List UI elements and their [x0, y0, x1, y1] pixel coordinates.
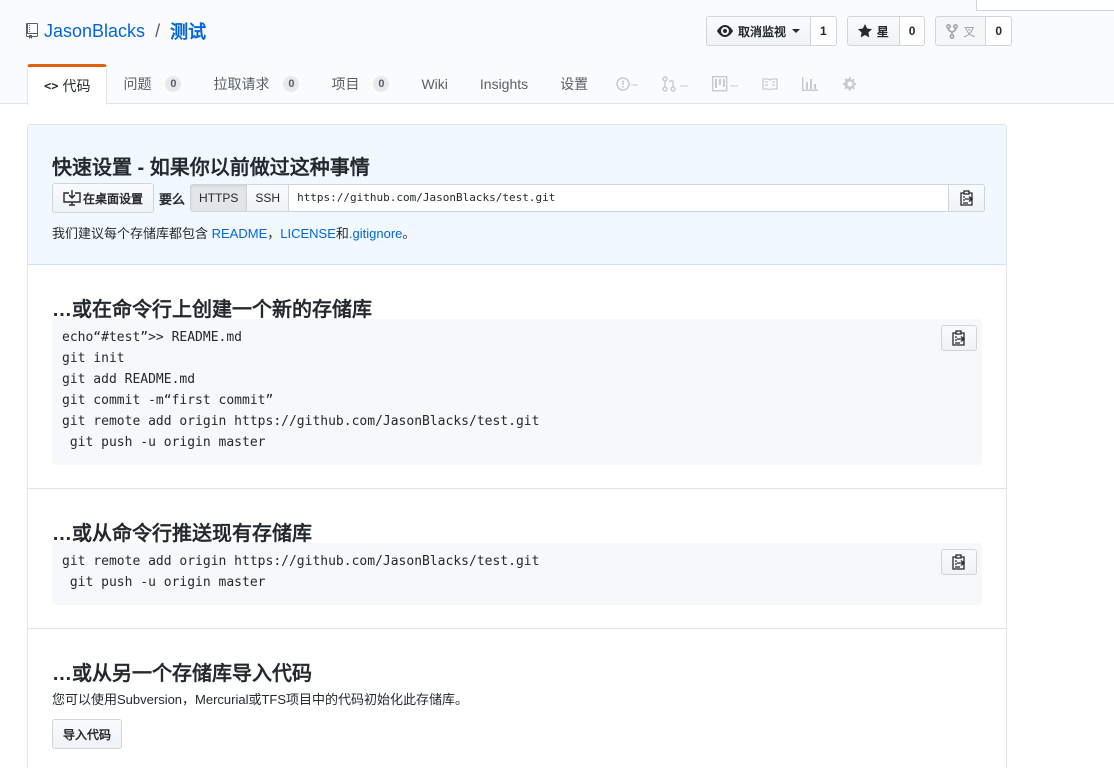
- tab-projects-count: 0: [373, 76, 390, 92]
- quick-setup-title: 快速设置 - 如果你以前做过这种事情: [52, 157, 370, 179]
- protocol-selector: HTTPS SSH: [190, 184, 290, 212]
- watch-button[interactable]: 取消监视: [706, 16, 812, 46]
- import-repo-description: 您可以使用Subversion，Mercurial或TFS项目中的代码初始化此存…: [52, 692, 469, 707]
- tab-issues[interactable]: 问题 0: [107, 64, 197, 104]
- license-link[interactable]: LICENSE: [280, 226, 336, 241]
- setup-desktop-button[interactable]: 在桌面设置: [52, 183, 155, 213]
- repo-title: JasonBlacks / 测试: [26, 18, 206, 44]
- empty-repo-instructions: 快速设置 - 如果你以前做过这种事情 在桌面设置 要么 HTTPS SSH ht…: [27, 124, 1007, 768]
- setup-desktop-label: 在桌面设置: [83, 191, 144, 206]
- recommend-comma: ，: [267, 226, 281, 241]
- fork-count[interactable]: 0: [986, 16, 1013, 46]
- tab-issues-label: 问题: [123, 76, 152, 92]
- push-repo-section: …或从命令行推送现有存储库 git remote add origin http…: [28, 489, 1006, 629]
- push-repo-title: …或从命令行推送现有存储库: [52, 523, 312, 545]
- quick-setup-section: 快速设置 - 如果你以前做过这种事情 在桌面设置 要么 HTTPS SSH ht…: [28, 125, 1006, 265]
- gitignore-link[interactable]: .gitignore: [349, 226, 402, 241]
- ssh-button[interactable]: SSH: [247, 184, 290, 212]
- tab-pull-requests-icon[interactable]: [650, 64, 700, 104]
- tab-settings[interactable]: 设置: [544, 64, 604, 104]
- tab-settings-label: 设置: [560, 76, 589, 92]
- recommend-text: 我们建议每个存储库都包含 README，LICENSE和.gitignore。: [52, 223, 415, 242]
- recommend-prefix: 我们建议每个存储库都包含: [52, 226, 212, 241]
- repo-header: JasonBlacks / 测试 取消监视 1 星 0 叉 0 <> 代码 问题…: [0, 0, 1114, 105]
- fork-action: 叉 0: [935, 16, 1013, 46]
- gear-icon: [843, 77, 857, 91]
- tab-insights-label: Insights: [479, 76, 529, 92]
- tab-issues-count: 0: [165, 76, 182, 92]
- https-button[interactable]: HTTPS: [190, 184, 248, 212]
- tab-projects-icon[interactable]: [700, 64, 750, 104]
- tab-projects-label: 项目: [331, 76, 360, 92]
- repo-tabs: <> 代码 问题 0 拉取请求 0 项目 0 Wiki Insights 设置: [27, 64, 870, 105]
- repo-separator: /: [155, 20, 161, 41]
- watch-action: 取消监视 1: [706, 16, 837, 46]
- tab-code[interactable]: <> 代码: [27, 64, 108, 105]
- tab-graphs-icon[interactable]: [790, 64, 830, 104]
- clipboard-icon: [959, 190, 973, 206]
- clipboard-icon: [952, 554, 966, 570]
- repo-icon: [26, 23, 38, 39]
- fork-icon: [946, 23, 959, 39]
- tab-issues-icon[interactable]: [604, 64, 650, 104]
- star-label: 星: [876, 24, 889, 39]
- tab-wiki[interactable]: Wiki: [405, 64, 463, 104]
- clone-url-row: 在桌面设置 要么 HTTPS SSH https://github.com/Ja…: [52, 183, 986, 213]
- push-repo-code-block: git remote add origin https://github.com…: [52, 543, 982, 605]
- watch-label: 取消监视: [738, 24, 787, 39]
- chevron-down-icon: [792, 29, 801, 33]
- watch-count[interactable]: 1: [811, 16, 837, 46]
- tab-wiki-icon[interactable]: [750, 64, 790, 104]
- star-button[interactable]: 星: [846, 16, 900, 46]
- star-count[interactable]: 0: [899, 16, 926, 46]
- repo-owner-link[interactable]: JasonBlacks: [44, 21, 145, 42]
- new-repo-title: …或在命令行上创建一个新的存储库: [52, 299, 372, 321]
- clipboard-icon: [952, 330, 966, 346]
- tab-projects[interactable]: 项目 0: [315, 64, 405, 104]
- new-repo-commands: echo“#test”>> README.md git init git add…: [62, 330, 540, 450]
- star-action: 星 0: [846, 16, 926, 46]
- popup-edge: [976, 0, 1114, 11]
- fork-button[interactable]: 叉: [935, 16, 987, 46]
- new-repo-section: …或在命令行上创建一个新的存储库 echo“#test”>> README.md…: [28, 265, 1006, 489]
- graph-icon: [802, 77, 819, 91]
- tab-insights[interactable]: Insights: [464, 64, 544, 104]
- eye-icon: [717, 25, 733, 37]
- new-repo-code-block: echo“#test”>> README.md git init git add…: [52, 319, 982, 465]
- desktop-download-icon: [63, 190, 81, 206]
- recommend-and: 和: [335, 226, 349, 241]
- repo-name-link[interactable]: 测试: [170, 18, 206, 44]
- code-icon: <>: [44, 79, 59, 93]
- copy-push-repo-button[interactable]: [941, 549, 977, 575]
- tab-pull-requests-label: 拉取请求: [213, 76, 270, 92]
- wiki-icon: [762, 78, 778, 90]
- import-repo-title: …或从另一个存储库导入代码: [52, 663, 312, 685]
- star-icon: [857, 24, 872, 38]
- recommend-period: 。: [402, 226, 416, 241]
- tab-code-label: 代码: [62, 78, 91, 94]
- project-icon: [712, 76, 739, 92]
- clone-url-input[interactable]: https://github.com/JasonBlacks/test.git: [289, 184, 950, 212]
- or-label: 要么: [159, 191, 186, 207]
- pull-request-icon: [662, 76, 689, 92]
- import-code-button[interactable]: 导入代码: [52, 719, 123, 749]
- tab-settings-icon[interactable]: [830, 64, 870, 104]
- push-repo-commands: git remote add origin https://github.com…: [62, 554, 540, 590]
- fork-label: 叉: [963, 24, 976, 39]
- tab-wiki-label: Wiki: [421, 76, 448, 92]
- tab-pull-requests-count: 0: [283, 76, 300, 92]
- copy-new-repo-button[interactable]: [941, 325, 977, 351]
- tab-pull-requests[interactable]: 拉取请求 0: [197, 64, 315, 104]
- copy-url-button[interactable]: [949, 184, 986, 212]
- readme-link[interactable]: README: [212, 226, 268, 241]
- repo-actions: 取消监视 1 星 0 叉 0: [706, 16, 1022, 46]
- issue-icon: [616, 77, 639, 91]
- import-repo-section: …或从另一个存储库导入代码 您可以使用Subversion，Mercurial或…: [28, 629, 1006, 768]
